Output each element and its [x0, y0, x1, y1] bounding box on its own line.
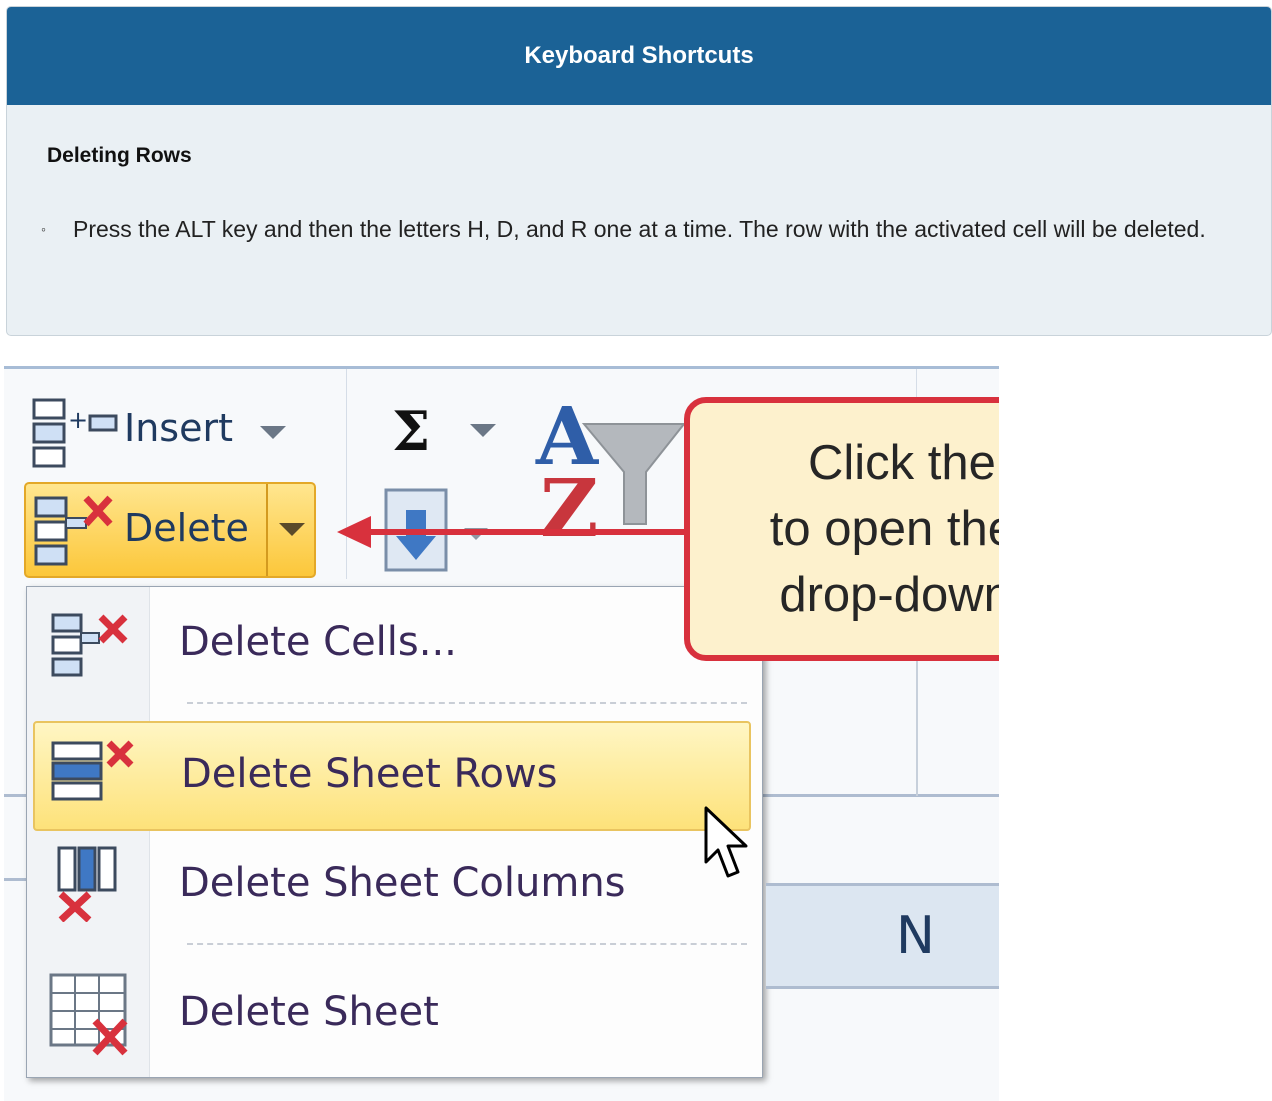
insert-cells-icon: +	[32, 398, 118, 468]
bullet-marker-icon: ◦	[41, 221, 46, 237]
keyboard-shortcuts-panel: Keyboard Shortcuts Deleting Rows ◦ Press…	[6, 6, 1272, 336]
menu-item-label: Delete Sheet Rows	[181, 751, 558, 797]
excel-screenshot: + Insert Delete Σ A Z Delete Cells... De…	[4, 366, 999, 1101]
callout-arrow-head-icon	[337, 516, 371, 548]
callout-line-1: Click the arrow	[807, 436, 999, 490]
callout-box: Click the arrow to open the Delete drop-…	[684, 397, 999, 661]
delete-columns-icon	[57, 846, 117, 922]
grid-line	[916, 656, 918, 796]
menu-separator	[187, 943, 747, 945]
menu-item-delete-cells[interactable]: Delete Cells...	[27, 587, 762, 697]
delete-cells-icon	[34, 495, 113, 566]
insert-button[interactable]: Insert	[124, 406, 233, 450]
callout-line-3: drop-down menu.	[779, 568, 999, 622]
insert-dropdown-arrow-icon[interactable]	[260, 426, 286, 440]
menu-item-label: Delete Cells...	[179, 619, 457, 665]
delete-dropdown-menu: Delete Cells... Delete Sheet Rows Delete…	[26, 586, 763, 1078]
ribbon-top-border	[4, 366, 999, 369]
sort-filter-icon[interactable]: A Z	[534, 392, 684, 542]
menu-item-delete-sheet-rows[interactable]: Delete Sheet Rows	[33, 721, 751, 831]
callout-line-2: to open the Delete	[769, 502, 999, 556]
mouse-cursor-icon	[704, 806, 748, 878]
delete-cells-icon	[51, 613, 128, 677]
svg-text:+: +	[68, 406, 88, 434]
panel-subtitle: Deleting Rows	[47, 144, 192, 167]
menu-item-label: Delete Sheet Columns	[179, 860, 626, 906]
menu-item-delete-sheet[interactable]: Delete Sheet	[27, 959, 762, 1069]
delete-button-label[interactable]: Delete	[124, 506, 249, 550]
delete-button-split	[266, 484, 268, 576]
panel-title: Keyboard Shortcuts	[7, 7, 1271, 105]
menu-item-label: Delete Sheet	[179, 989, 439, 1035]
column-header-letter: N	[896, 906, 935, 966]
delete-sheet-icon	[49, 973, 128, 1056]
column-header[interactable]: N	[766, 883, 999, 989]
menu-separator	[187, 702, 747, 704]
callout-arrow-line	[369, 529, 687, 535]
autosum-icon[interactable]: Σ	[392, 404, 502, 454]
delete-rows-icon	[51, 740, 134, 801]
menu-item-delete-sheet-columns[interactable]: Delete Sheet Columns	[27, 832, 762, 942]
delete-dropdown-arrow-icon[interactable]	[279, 523, 305, 537]
shortcut-instruction: Press the ALT key and then the letters H…	[73, 216, 1206, 242]
grid-line	[760, 794, 999, 797]
svg-text:Σ: Σ	[392, 404, 430, 454]
